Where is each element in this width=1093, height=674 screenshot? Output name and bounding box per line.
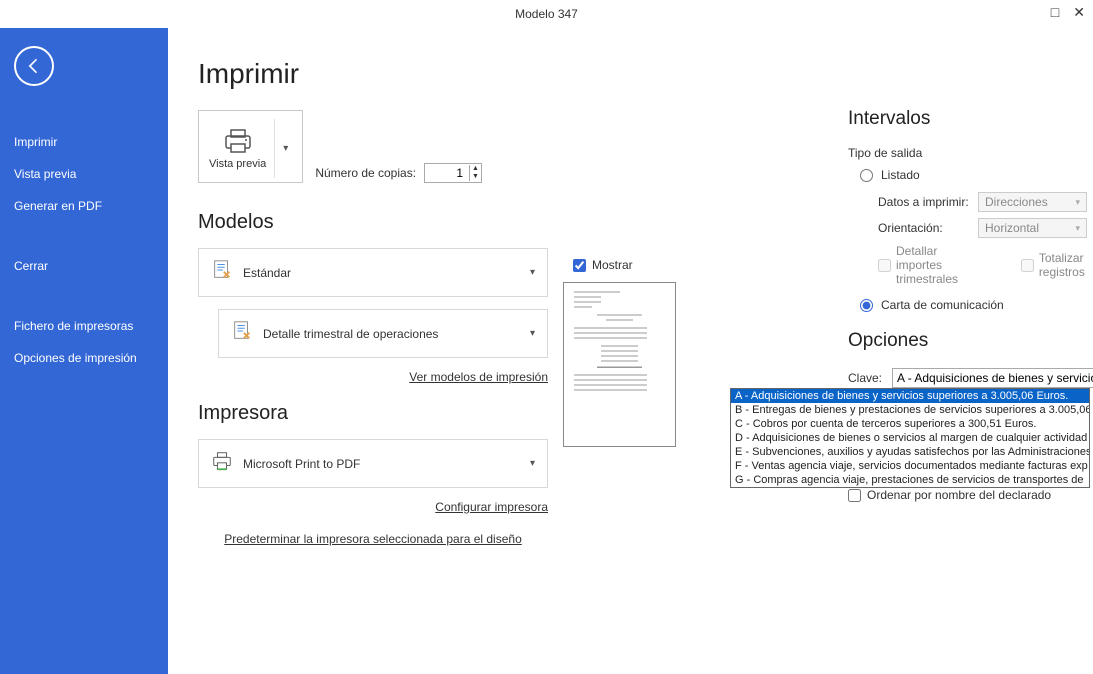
clave-option-f[interactable]: F - Ventas agencia viaje, servicios docu… [731, 459, 1089, 473]
copies-down[interactable]: ▼ [470, 173, 481, 181]
printer-name: Microsoft Print to PDF [243, 457, 530, 471]
datos-imprimir-label: Datos a imprimir: [878, 195, 978, 209]
detallar-checkbox-row: Detallar importes trimestrales [878, 244, 981, 286]
sidebar-item-vista-previa[interactable]: Vista previa [0, 158, 168, 190]
chevron-down-icon: ▾ [530, 267, 535, 278]
datos-imprimir-select: Direcciones ▾ [978, 192, 1087, 212]
printer-select[interactable]: Microsoft Print to PDF ▾ [198, 439, 548, 488]
radio-carta-input[interactable] [860, 299, 873, 312]
document-preview[interactable] [563, 282, 676, 447]
detallar-checkbox [878, 259, 891, 272]
vista-previa-dropdown[interactable]: ▾ [274, 119, 292, 178]
sidebar: Imprimir Vista previa Generar en PDF Cer… [0, 28, 168, 674]
ordenar-checkbox[interactable] [848, 489, 861, 502]
model-detail-label: Detalle trimestral de operaciones [263, 327, 530, 341]
copies-input[interactable] [425, 164, 469, 182]
back-button[interactable] [14, 46, 54, 86]
sidebar-item-cerrar[interactable]: Cerrar [0, 250, 168, 282]
section-modelos: Modelos [198, 211, 548, 234]
radio-carta[interactable]: Carta de comunicación [860, 298, 1087, 312]
chevron-down-icon: ▾ [530, 458, 535, 469]
totalizar-checkbox [1021, 259, 1034, 272]
vista-previa-label: Vista previa [209, 158, 266, 170]
copies-label: Número de copias: [315, 166, 416, 180]
maximize-icon[interactable]: □ [1051, 4, 1059, 21]
chevron-down-icon: ▾ [530, 328, 535, 339]
document-icon [231, 320, 253, 347]
model-standard-label: Estándar [243, 266, 530, 280]
clave-option-e[interactable]: E - Subvenciones, auxilios y ayudas sati… [731, 445, 1089, 459]
intervalos-heading: Intervalos [848, 108, 1087, 130]
sidebar-item-opciones-impresion[interactable]: Opciones de impresión [0, 342, 168, 374]
model-detail[interactable]: Detalle trimestral de operaciones ▾ [218, 309, 548, 358]
section-impresora: Impresora [198, 402, 548, 425]
orientacion-select: Horizontal ▾ [978, 218, 1087, 238]
sidebar-item-fichero-impresoras[interactable]: Fichero de impresoras [0, 310, 168, 342]
mostrar-checkbox-row[interactable]: Mostrar [573, 258, 676, 272]
copies-up[interactable]: ▲ [470, 165, 481, 173]
model-standard[interactable]: Estándar ▾ [198, 248, 548, 297]
totalizar-checkbox-row: Totalizar registros [1021, 244, 1087, 286]
page-title: Imprimir [198, 58, 548, 90]
clave-option-b[interactable]: B - Entregas de bienes y prestaciones de… [731, 403, 1089, 417]
clave-label: Clave: [848, 371, 882, 385]
sidebar-item-generar-pdf[interactable]: Generar en PDF [0, 190, 168, 222]
clave-dropdown-list[interactable]: A - Adquisiciones de bienes y servicios … [730, 388, 1090, 488]
mostrar-checkbox[interactable] [573, 259, 586, 272]
clave-select[interactable]: A - Adquisiciones de bienes y servicios … [892, 368, 1093, 388]
ver-modelos-link[interactable]: Ver modelos de impresión [409, 370, 548, 384]
window-title: Modelo 347 [515, 7, 578, 21]
chevron-down-icon: ▾ [1075, 223, 1080, 234]
orientacion-label: Orientación: [878, 221, 978, 235]
radio-listado-input[interactable] [860, 169, 873, 182]
close-icon[interactable]: ✕ [1073, 4, 1085, 21]
config-printer-link[interactable]: Configurar impresora [435, 500, 548, 514]
default-printer-link[interactable]: Predeterminar la impresora seleccionada … [224, 532, 522, 546]
vista-previa-button[interactable]: Vista previa ▾ [198, 110, 303, 183]
clave-option-c[interactable]: C - Cobros por cuenta de terceros superi… [731, 417, 1089, 431]
printer-icon [211, 450, 233, 477]
printer-icon [222, 128, 254, 154]
chevron-down-icon: ▾ [1075, 197, 1080, 208]
ordenar-checkbox-row[interactable]: Ordenar por nombre del declarado [848, 488, 1087, 502]
document-icon [211, 259, 233, 286]
radio-listado[interactable]: Listado [860, 168, 1087, 182]
titlebar: Modelo 347 □ ✕ [0, 0, 1093, 28]
sidebar-item-imprimir[interactable]: Imprimir [0, 126, 168, 158]
clave-option-a[interactable]: A - Adquisiciones de bienes y servicios … [731, 389, 1089, 403]
tipo-salida-label: Tipo de salida [848, 146, 1087, 160]
clave-option-g[interactable]: G - Compras agencia viaje, prestaciones … [731, 473, 1089, 487]
mostrar-label: Mostrar [592, 258, 633, 272]
opciones-heading: Opciones [848, 330, 1087, 352]
clave-option-d[interactable]: D - Adquisiciones de bienes o servicios … [731, 431, 1089, 445]
